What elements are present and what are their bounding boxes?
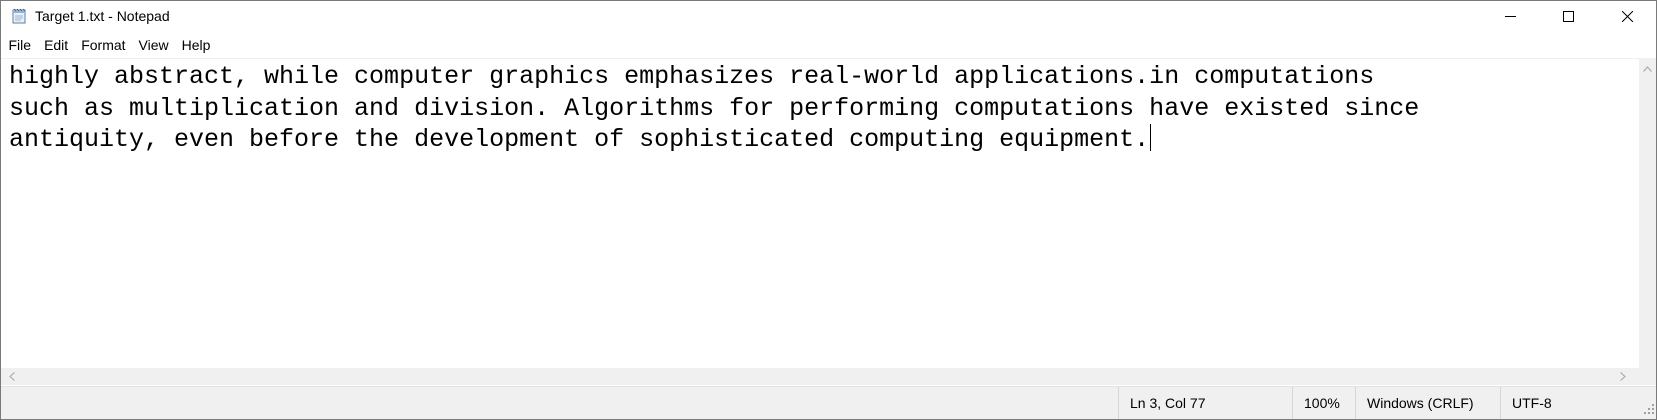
chevron-right-icon [1619, 368, 1626, 386]
vertical-scrollbar[interactable] [1639, 59, 1656, 368]
editor-line-text: such as multiplication and division. Alg… [9, 93, 1420, 123]
scroll-right-button[interactable] [1614, 368, 1631, 385]
notepad-window: Target 1.txt - Notepad File Edit Format … [0, 0, 1657, 420]
minimize-button[interactable] [1481, 1, 1539, 32]
title-bar[interactable]: Target 1.txt - Notepad [1, 1, 1656, 32]
close-button[interactable] [1598, 1, 1656, 32]
editor-line: highly abstract, while computer graphics… [9, 62, 1375, 91]
status-line-ending: Windows (CRLF) [1355, 387, 1500, 419]
status-zoom: 100% [1292, 387, 1355, 419]
status-encoding: UTF-8 [1500, 387, 1640, 419]
status-cursor-position: Ln 3, Col 77 [1118, 387, 1292, 419]
resize-grip-icon[interactable] [1641, 401, 1655, 415]
menu-view[interactable]: View [132, 34, 175, 56]
close-icon [1621, 11, 1633, 22]
chevron-left-icon [8, 368, 15, 386]
text-editor[interactable]: highly abstract, while computer graphics… [1, 59, 1639, 368]
menu-bar: File Edit Format View Help [1, 34, 1656, 56]
notepad-icon[interactable] [11, 8, 28, 24]
chevron-up-icon [1643, 59, 1652, 77]
window-title: Target 1.txt - Notepad [35, 8, 170, 24]
scroll-corner [1639, 368, 1656, 385]
text-caret [1150, 124, 1152, 151]
menu-format[interactable]: Format [75, 34, 132, 56]
maximize-button[interactable] [1539, 1, 1597, 32]
editor-line: antiquity, even before the development o… [9, 124, 1419, 156]
maximize-icon [1562, 11, 1574, 22]
menu-help[interactable]: Help [175, 34, 217, 56]
editor-line: such as multiplication and division. Alg… [9, 93, 1419, 125]
minimize-icon [1504, 11, 1516, 22]
menu-edit[interactable]: Edit [38, 34, 75, 56]
editor-line-text: antiquity, even before the development o… [9, 125, 1150, 154]
status-bar: Ln 3, Col 77 100% Windows (CRLF) UTF-8 [1, 386, 1656, 419]
scroll-up-button[interactable] [1639, 59, 1656, 76]
menu-file[interactable]: File [2, 34, 38, 56]
editor-content[interactable]: highly abstract, while computer graphics… [9, 61, 1419, 156]
scroll-left-button[interactable] [3, 368, 20, 385]
horizontal-scrollbar[interactable] [1, 368, 1639, 385]
